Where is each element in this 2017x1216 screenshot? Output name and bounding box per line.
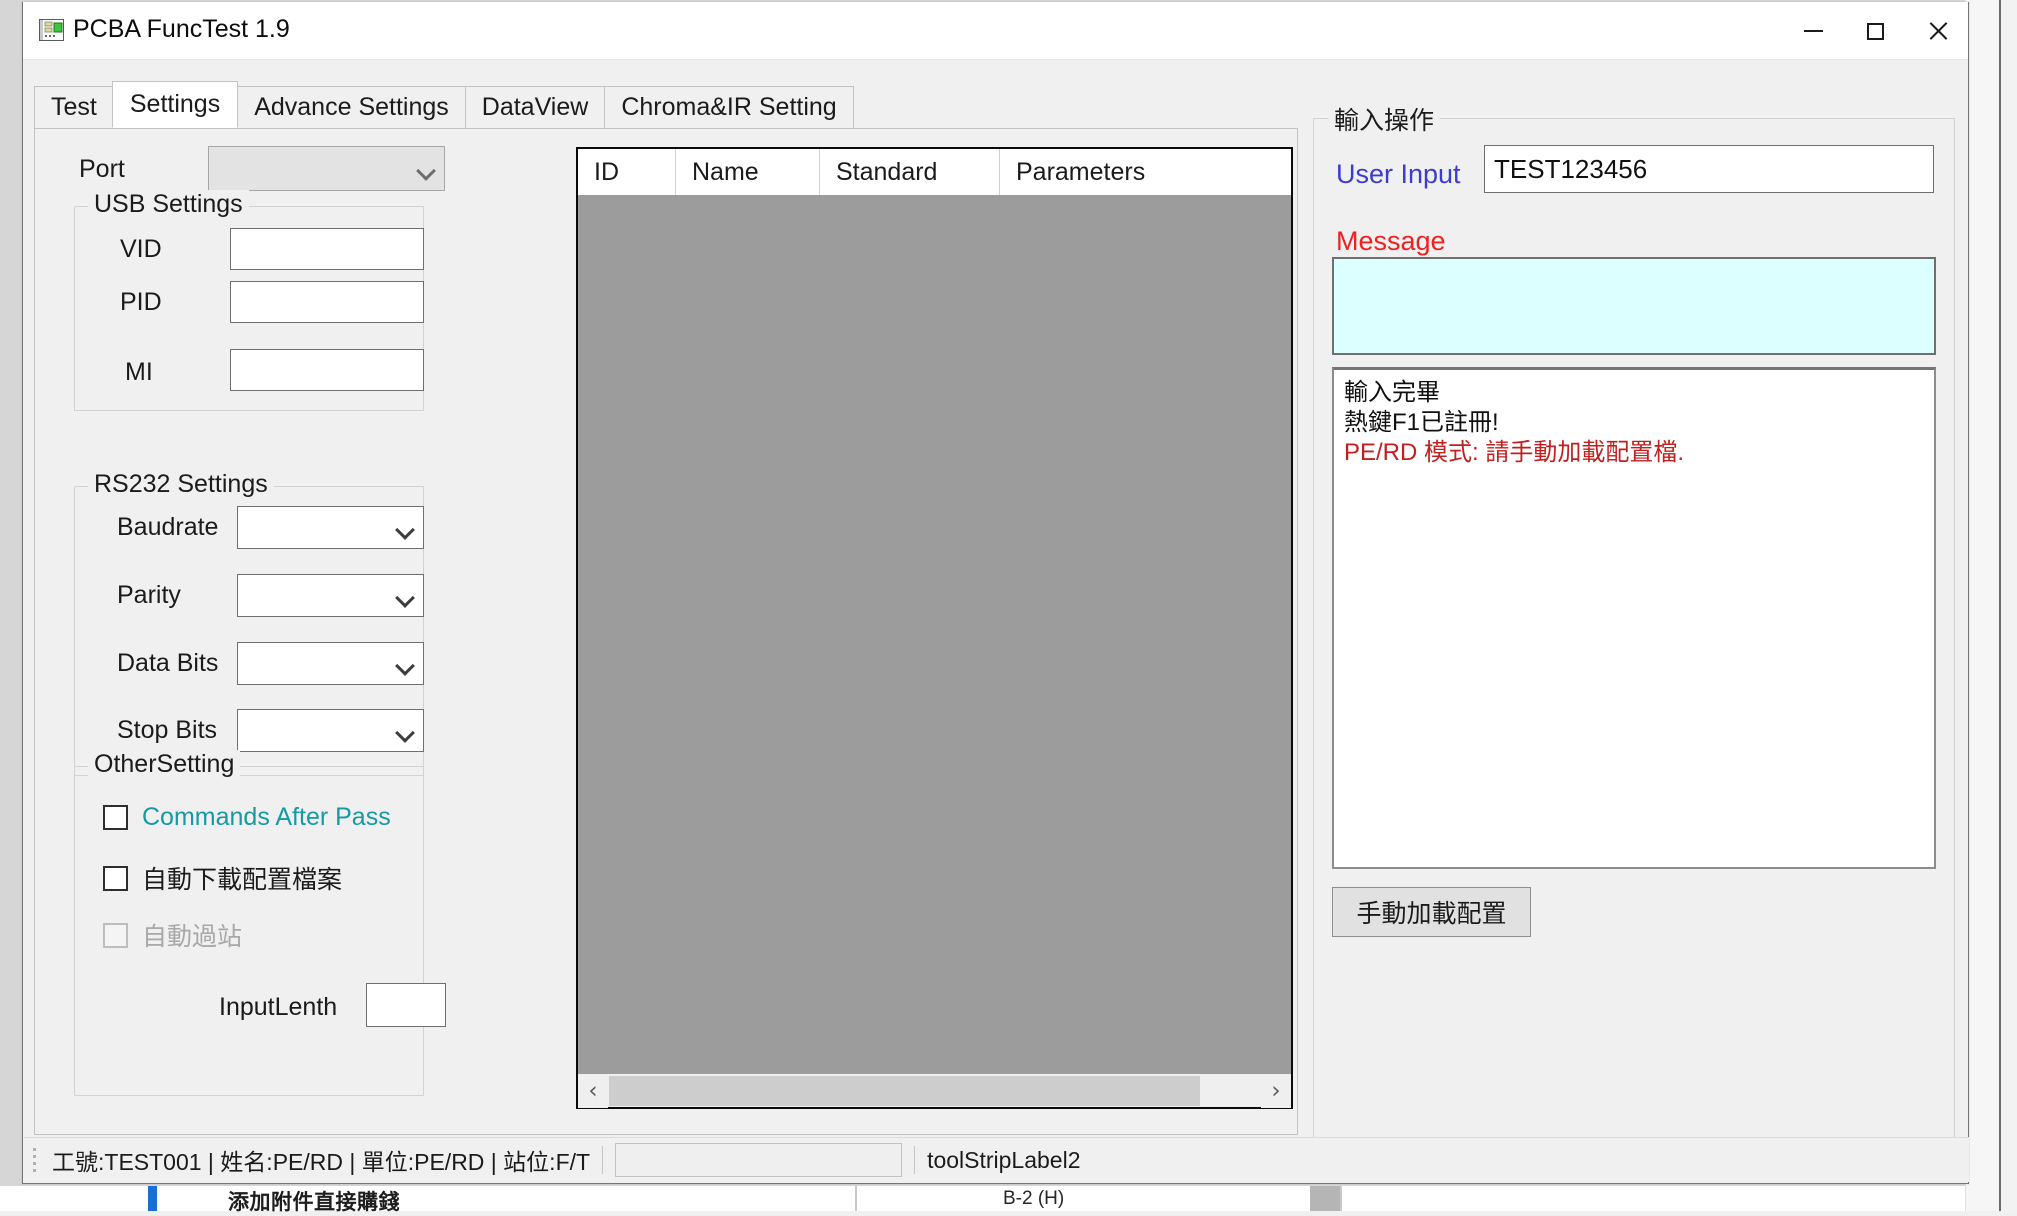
background-row-value: B-2 (H) xyxy=(1003,1188,1065,1209)
tab-strip: Test Settings Advance Settings DataView … xyxy=(34,81,854,128)
close-icon xyxy=(1927,21,1948,42)
input-lenth-label: InputLenth xyxy=(219,993,338,1021)
scroll-left-arrow-icon[interactable]: ‹ xyxy=(578,1073,608,1108)
tab-control: Test Settings Advance Settings DataView … xyxy=(34,81,1298,1135)
maximize-icon xyxy=(1866,22,1884,40)
mi-label: MI xyxy=(125,358,153,386)
datagrid-header-row: ID Name Standard Parameters xyxy=(578,149,1291,196)
background-row-divider-1 xyxy=(855,1186,857,1211)
chevron-down-icon xyxy=(397,590,412,605)
checkbox-commands-after-pass[interactable]: Commands After Pass xyxy=(103,803,391,832)
checkbox-auto-pass-station: 自動過站 xyxy=(103,917,242,953)
scrollbar-thumb[interactable] xyxy=(609,1075,1200,1106)
data-bits-label: Data Bits xyxy=(117,649,219,677)
log-line: PE/RD 模式: 請手動加載配置檔. xyxy=(1344,439,1685,466)
chevron-down-icon xyxy=(418,163,433,178)
log-textbox[interactable]: 輸入完畢 熱鍵F1已註冊! PE/RD 模式: 請手動加載配置檔. xyxy=(1332,367,1936,869)
checkbox-box-icon xyxy=(103,922,128,948)
datagrid-body[interactable] xyxy=(578,196,1291,1074)
status-divider xyxy=(602,1146,604,1174)
chevron-down-icon xyxy=(397,725,412,740)
pid-input[interactable] xyxy=(230,281,424,323)
minimize-button[interactable] xyxy=(1782,2,1844,60)
manual-load-config-button[interactable]: 手動加載配置 xyxy=(1332,887,1531,937)
usb-settings-title: USB Settings xyxy=(88,190,249,219)
baudrate-combobox[interactable] xyxy=(237,506,424,549)
tab-test[interactable]: Test xyxy=(34,86,114,128)
client-area: Test Settings Advance Settings DataView … xyxy=(23,60,1969,1183)
input-lenth-input[interactable] xyxy=(366,983,446,1027)
log-line: 熱鍵F1已註冊! xyxy=(1344,409,1499,436)
background-row-divider-2 xyxy=(1340,1186,1342,1211)
title-bar: PCBA FuncTest 1.9 xyxy=(23,2,1968,60)
datagrid-horizontal-scrollbar[interactable]: ‹ › xyxy=(578,1073,1291,1108)
tab-dataview[interactable]: DataView xyxy=(464,86,606,128)
tab-chroma-ir-setting[interactable]: Chroma&IR Setting xyxy=(604,86,854,128)
status-user-info: 工號:TEST001 | 姓名:PE/RD | 單位:PE/RD | 站位:F/… xyxy=(52,1149,591,1175)
column-header-parameters[interactable]: Parameters xyxy=(1000,149,1291,195)
column-header-id[interactable]: ID xyxy=(578,149,676,195)
log-line: 輸入完畢 xyxy=(1344,379,1440,406)
resize-grip-icon xyxy=(30,1138,46,1183)
scroll-right-arrow-icon[interactable]: › xyxy=(1261,1073,1291,1108)
user-input-field[interactable]: TEST123456 xyxy=(1484,145,1934,193)
baudrate-label: Baudrate xyxy=(117,513,219,541)
chevron-down-icon xyxy=(397,522,412,537)
other-setting-title: OtherSetting xyxy=(88,750,241,779)
minimize-icon xyxy=(1803,30,1823,32)
background-row-scrollblock xyxy=(1310,1186,1340,1211)
rs232-settings-title: RS232 Settings xyxy=(88,470,274,499)
column-header-name[interactable]: Name xyxy=(676,149,820,195)
close-button[interactable] xyxy=(1906,2,1968,60)
vid-label: VID xyxy=(120,235,162,263)
maximize-button[interactable] xyxy=(1844,2,1906,60)
column-header-standard[interactable]: Standard xyxy=(820,149,1000,195)
background-vertical-scrollbar[interactable] xyxy=(1999,0,2017,1211)
background-row-accent xyxy=(148,1186,157,1211)
tab-page-settings: Port USB Settings VID PID MI RS232 Setti… xyxy=(34,128,1298,1135)
tab-advance-settings[interactable]: Advance Settings xyxy=(237,86,466,128)
rs232-settings-group: RS232 Settings Baudrate Parity Data Bits xyxy=(74,470,424,776)
vid-input[interactable] xyxy=(230,228,424,270)
stop-bits-label: Stop Bits xyxy=(117,716,218,744)
port-label: Port xyxy=(79,155,125,183)
status-bar: 工號:TEST001 | 姓名:PE/RD | 單位:PE/RD | 站位:F/… xyxy=(24,1137,1969,1182)
application-window: PCBA FuncTest 1.9 Test Settings Advance … xyxy=(22,2,1969,1184)
checkbox-label: 自動過站 xyxy=(142,923,243,951)
tab-settings[interactable]: Settings xyxy=(111,81,239,128)
checkbox-box-icon[interactable] xyxy=(103,865,128,891)
status-progress-bar xyxy=(615,1143,903,1177)
window-title: PCBA FuncTest 1.9 xyxy=(73,15,290,43)
chevron-down-icon xyxy=(397,658,412,673)
checkbox-auto-download-config[interactable]: 自動下載配置檔案 xyxy=(103,860,342,896)
input-operation-title: 輸入操作 xyxy=(1328,101,1441,137)
parity-label: Parity xyxy=(117,581,181,609)
pid-label: PID xyxy=(120,288,162,316)
port-combobox[interactable] xyxy=(208,146,445,191)
other-setting-group: OtherSetting Commands After Pass 自動下載配置檔… xyxy=(74,750,446,1096)
mi-input[interactable] xyxy=(230,349,424,391)
checkbox-box-icon[interactable] xyxy=(103,805,128,830)
input-operation-group: 輸入操作 User Input TEST123456 Message 輸入完畢 … xyxy=(1313,101,1955,1140)
stop-bits-combobox[interactable] xyxy=(237,709,424,752)
data-bits-combobox[interactable] xyxy=(237,642,424,685)
checkbox-label: 自動下載配置檔案 xyxy=(142,866,343,894)
status-divider xyxy=(914,1146,916,1174)
user-input-label: User Input xyxy=(1336,159,1461,189)
message-label: Message xyxy=(1336,226,1446,256)
status-tool-strip-label2: toolStripLabel2 xyxy=(927,1146,1081,1173)
background-row-text: 添加附件直接購錢 xyxy=(228,1191,400,1214)
pcb-card-icon xyxy=(39,19,64,41)
parity-combobox[interactable] xyxy=(237,574,424,617)
test-items-datagrid[interactable]: ID Name Standard Parameters ‹ › xyxy=(576,147,1293,1109)
usb-settings-group: USB Settings VID PID MI xyxy=(74,190,424,411)
checkbox-label: Commands After Pass xyxy=(142,803,391,831)
message-textbox[interactable] xyxy=(1332,257,1936,355)
